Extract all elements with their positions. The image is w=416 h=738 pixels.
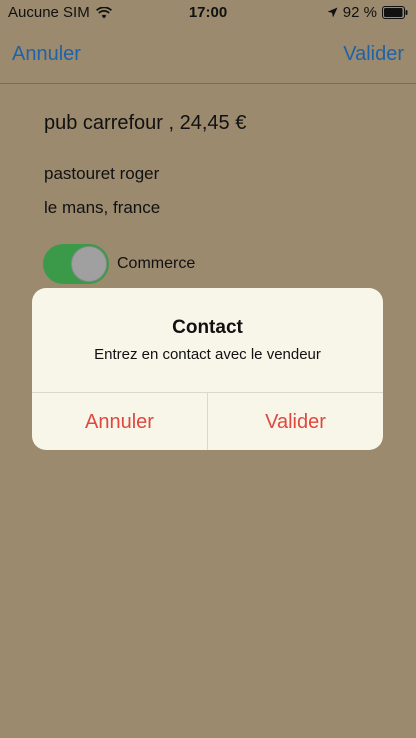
alert-confirm-button[interactable]: Valider [207, 393, 383, 450]
listing-title: pub carrefour , 24,45 € [44, 112, 247, 134]
alert-title: Contact [172, 317, 243, 338]
toggle-knob [71, 246, 107, 282]
status-right: 92 % [327, 4, 408, 21]
status-bar: Aucune SIM 17:00 92 % [0, 0, 416, 26]
nav-cancel-button[interactable]: Annuler [12, 43, 81, 66]
commerce-toggle-row: Commerce [43, 244, 195, 284]
contact-alert: Contact Entrez en contact avec le vendeu… [32, 288, 383, 450]
battery-icon [382, 6, 408, 19]
location-arrow-icon [327, 7, 338, 18]
commerce-toggle-label: Commerce [117, 255, 196, 272]
battery-percent: 92 % [342, 4, 377, 21]
alert-cancel-button[interactable]: Annuler [32, 393, 207, 450]
alert-buttons: Annuler Valider [32, 392, 383, 450]
navigation-bar: Annuler Valider [0, 26, 416, 84]
seller-name: pastouret roger [44, 164, 160, 183]
seller-location: le mans, france [44, 198, 161, 217]
nav-confirm-button[interactable]: Valider [343, 43, 404, 66]
alert-message: Entrez en contact avec le vendeur [94, 346, 321, 363]
screen: Aucune SIM 17:00 92 % Annuler Valider pu… [0, 0, 416, 738]
commerce-toggle[interactable] [43, 244, 109, 284]
